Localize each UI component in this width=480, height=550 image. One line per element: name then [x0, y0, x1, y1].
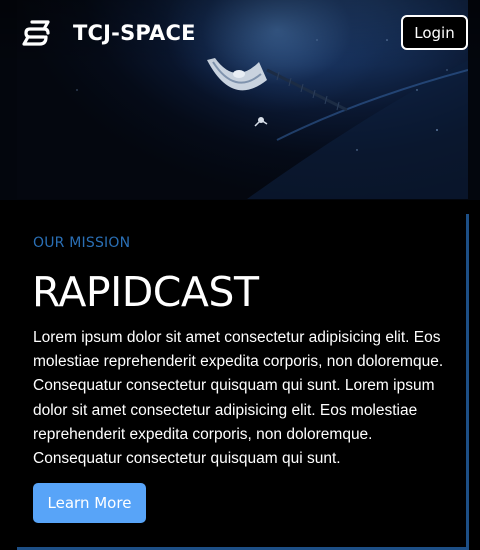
stylized-s-logo-icon[interactable]: [20, 17, 52, 49]
login-button[interactable]: Login: [401, 15, 468, 50]
mission-title: RAPIDCAST: [32, 268, 259, 316]
learn-more-button[interactable]: Learn More: [33, 483, 146, 523]
mission-eyebrow: OUR MISSION: [33, 235, 131, 251]
site-header: TCJ-SPACE Login: [0, 0, 480, 66]
mission-card: OUR MISSION RAPIDCAST Lorem ipsum dolor …: [17, 214, 469, 550]
brand-name[interactable]: TCJ-SPACE: [73, 20, 196, 46]
mission-description: Lorem ipsum dolor sit amet consectetur a…: [33, 329, 444, 468]
